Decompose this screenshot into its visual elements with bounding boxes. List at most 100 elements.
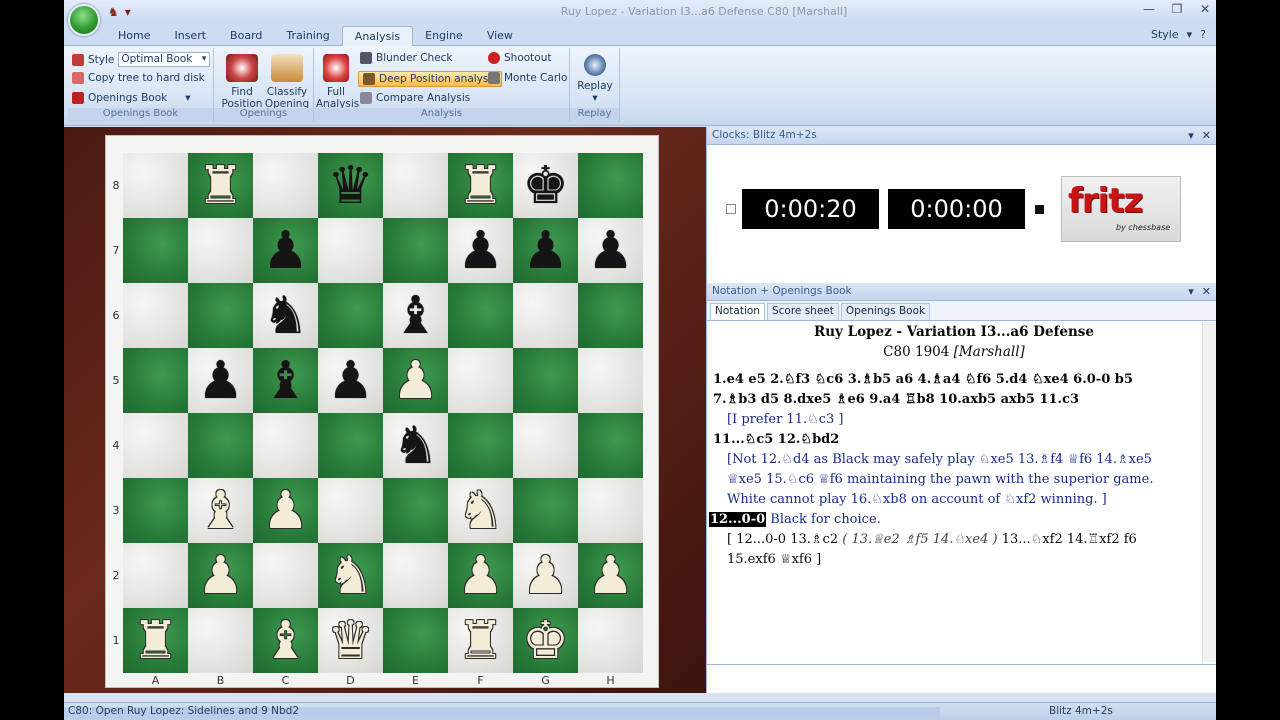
square-d2[interactable]: ♞ xyxy=(318,543,383,608)
square-h4[interactable] xyxy=(578,413,643,478)
tab-home[interactable]: Home xyxy=(106,26,162,46)
square-c7[interactable]: ♟ xyxy=(253,218,318,283)
square-c4[interactable] xyxy=(253,413,318,478)
blunder-check-button[interactable]: Blunder Check xyxy=(360,52,453,64)
variation-line[interactable]: 15.exf6 ♕xf6 ] xyxy=(727,552,821,567)
white-rook-icon[interactable]: ♜ xyxy=(457,156,504,216)
square-a5[interactable] xyxy=(123,348,188,413)
black-pawn-icon[interactable]: ♟ xyxy=(522,221,569,281)
square-b3[interactable]: ♝ xyxy=(188,478,253,543)
square-e1[interactable] xyxy=(383,608,448,673)
white-king-icon[interactable]: ♚ xyxy=(522,611,569,671)
tab-analysis[interactable]: Analysis xyxy=(341,26,414,46)
square-g7[interactable]: ♟ xyxy=(513,218,578,283)
square-f1[interactable]: ♜ xyxy=(448,608,513,673)
white-pawn-icon[interactable]: ♟ xyxy=(457,546,504,606)
square-c3[interactable]: ♟ xyxy=(253,478,318,543)
copy-tree-button[interactable]: Copy tree to hard disk xyxy=(72,72,205,84)
white-pawn-icon[interactable]: ♟ xyxy=(587,546,634,606)
square-h7[interactable]: ♟ xyxy=(578,218,643,283)
replay-button[interactable]: Replay ▾ xyxy=(574,54,616,104)
find-position-button[interactable]: Find Position xyxy=(220,54,264,110)
square-e4[interactable]: ♞ xyxy=(383,413,448,478)
square-d8[interactable]: ♛ xyxy=(318,153,383,218)
comment-line[interactable]: [Not 12.♘d4 as Black may safely play ♘xe… xyxy=(727,452,1152,467)
square-c2[interactable] xyxy=(253,543,318,608)
white-knight-icon[interactable]: ♞ xyxy=(457,481,504,541)
white-bishop-icon[interactable]: ♝ xyxy=(197,481,244,541)
square-f5[interactable] xyxy=(448,348,513,413)
tab-notation[interactable]: Notation xyxy=(710,303,765,320)
square-a8[interactable] xyxy=(123,153,188,218)
knight-icon[interactable]: ♞ xyxy=(108,5,119,19)
square-h2[interactable]: ♟ xyxy=(578,543,643,608)
move-line[interactable]: 1.e4 e5 2.♘f3 ♘c6 3.♗b5 a6 4.♗a4 ♘f6 5.d… xyxy=(713,372,1133,387)
black-bishop-icon[interactable]: ♝ xyxy=(262,351,309,411)
white-rook-icon[interactable]: ♜ xyxy=(197,156,244,216)
square-d7[interactable] xyxy=(318,218,383,283)
tab-training[interactable]: Training xyxy=(274,26,341,46)
black-king-icon[interactable]: ♚ xyxy=(522,156,569,216)
square-d5[interactable]: ♟ xyxy=(318,348,383,413)
square-d3[interactable] xyxy=(318,478,383,543)
tab-engine[interactable]: Engine xyxy=(413,26,475,46)
chessboard[interactable]: ♜ ♛ ♜ ♚ ♟ ♟ ♟ ♟ ♞ ♝ ♟ ♝ ♟ ♟ ♞ ♝ ♟ ♞ ♟ ♞ ♟ ♟ ♟ ♜ ♝ ♛ ♜ ♚ xyxy=(123,153,643,673)
square-a4[interactable] xyxy=(123,413,188,478)
square-b2[interactable]: ♟ xyxy=(188,543,253,608)
comment-line[interactable]: ♕xe5 15.♘c6 ♕f6 maintaining the pawn wit… xyxy=(727,472,1153,487)
compare-analysis-button[interactable]: Compare Analysis xyxy=(360,92,470,104)
square-e7[interactable] xyxy=(383,218,448,283)
black-pawn-icon[interactable]: ♟ xyxy=(197,351,244,411)
square-b4[interactable] xyxy=(188,413,253,478)
comment-line[interactable]: [I prefer 11.♘c3 ] xyxy=(727,412,844,427)
white-pawn-icon[interactable]: ♟ xyxy=(392,351,439,411)
notation-scrollbar[interactable] xyxy=(1202,322,1216,662)
monte-carlo-button[interactable]: Monte Carlo xyxy=(488,72,567,84)
square-c6[interactable]: ♞ xyxy=(253,283,318,348)
white-rook-icon[interactable]: ♜ xyxy=(132,611,179,671)
square-g6[interactable] xyxy=(513,283,578,348)
square-e8[interactable] xyxy=(383,153,448,218)
square-h3[interactable] xyxy=(578,478,643,543)
book-style-select[interactable]: Optimal Book xyxy=(118,52,211,67)
current-move-line[interactable]: 12...0-0 Black for choice. xyxy=(709,512,881,527)
white-queen-icon[interactable]: ♛ xyxy=(327,611,374,671)
square-d6[interactable] xyxy=(318,283,383,348)
square-g8[interactable]: ♚ xyxy=(513,153,578,218)
clock-checkbox[interactable] xyxy=(726,204,736,214)
square-h5[interactable] xyxy=(578,348,643,413)
square-g5[interactable] xyxy=(513,348,578,413)
white-rook-icon[interactable]: ♜ xyxy=(457,611,504,671)
full-analysis-button[interactable]: Full Analysis xyxy=(316,54,359,110)
shootout-button[interactable]: Shootout xyxy=(488,52,551,64)
square-f2[interactable]: ♟ xyxy=(448,543,513,608)
square-g4[interactable] xyxy=(513,413,578,478)
square-b8[interactable]: ♜ xyxy=(188,153,253,218)
minimize-button[interactable]: — xyxy=(1142,2,1156,16)
black-pawn-icon[interactable]: ♟ xyxy=(262,221,309,281)
white-pawn-icon[interactable]: ♟ xyxy=(522,546,569,606)
square-c5[interactable]: ♝ xyxy=(253,348,318,413)
comment-line[interactable]: White cannot play 16.♘xb8 on account of … xyxy=(727,492,1107,507)
white-pawn-icon[interactable]: ♟ xyxy=(197,546,244,606)
variation-continuation[interactable]: 13...♘xf2 14.♖xf2 f6 xyxy=(1002,532,1137,547)
square-e2[interactable] xyxy=(383,543,448,608)
maximize-button[interactable]: ❐ xyxy=(1170,2,1184,16)
openings-book-button[interactable]: Openings Book ▾ xyxy=(72,92,191,104)
white-bishop-icon[interactable]: ♝ xyxy=(262,611,309,671)
qat-dropdown-icon[interactable]: ▾ xyxy=(125,5,131,19)
black-bishop-icon[interactable]: ♝ xyxy=(392,286,439,346)
variation-start[interactable]: [ 12...0-0 13.♗c2 xyxy=(727,532,838,547)
black-queen-icon[interactable]: ♛ xyxy=(327,156,374,216)
square-f4[interactable] xyxy=(448,413,513,478)
square-f6[interactable] xyxy=(448,283,513,348)
square-g2[interactable]: ♟ xyxy=(513,543,578,608)
move-line[interactable]: 11...♘c5 12.♘bd2 xyxy=(713,432,839,447)
square-b1[interactable] xyxy=(188,608,253,673)
square-e6[interactable]: ♝ xyxy=(383,283,448,348)
black-pawn-icon[interactable]: ♟ xyxy=(587,221,634,281)
tab-insert[interactable]: Insert xyxy=(162,26,218,46)
square-f8[interactable]: ♜ xyxy=(448,153,513,218)
tab-openings-book[interactable]: Openings Book xyxy=(840,303,931,320)
black-knight-icon[interactable]: ♞ xyxy=(262,286,309,346)
